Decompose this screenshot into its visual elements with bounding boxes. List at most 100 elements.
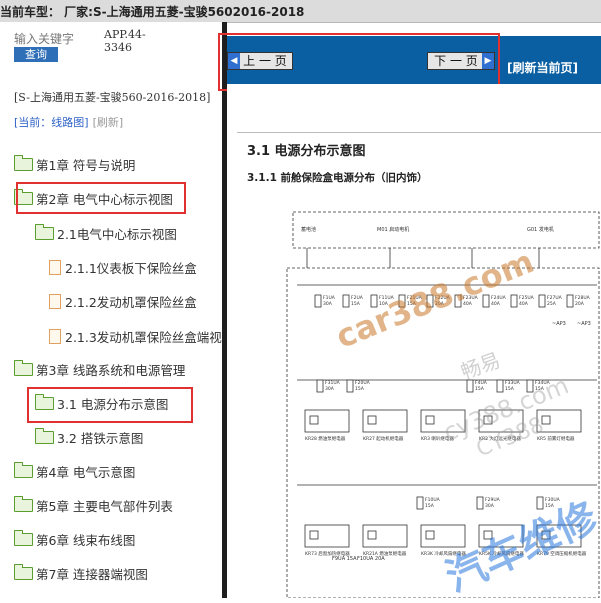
fuse-label: F11UA [379,295,395,301]
fuse-rating: 30A [323,301,333,307]
fuse [398,294,406,308]
fuse-label: F27UA [547,295,563,301]
fuse [426,294,434,308]
relay-label: KR27 起动机继电器 [363,435,404,442]
fuse-label: F23UA [463,295,479,301]
fuse-label: F25UA [519,295,535,301]
fuse [526,379,534,393]
tree-item-3-2[interactable]: 3.2 搭铁示意图 [35,428,144,449]
tree-item-2-1[interactable]: 2.1电气中心标示视图 [35,224,177,245]
refresh-tree-link[interactable]: [刷新] [93,116,124,129]
file-icon [49,294,61,309]
tree-item-label: 2.1电气中心标示视图 [57,227,177,242]
folder-icon [14,564,33,580]
tree-item-label: 2.1.3发动机罩保险丝盒端视 [65,330,222,345]
fuse-rating: 15A [505,386,515,392]
tree-item-ch7[interactable]: 第7章 连接器端视图 [14,564,148,585]
relay-coil [367,530,377,540]
fuse [482,294,490,308]
folder-icon [35,428,54,444]
folder-icon [14,360,33,376]
fuse-label: F1UA [323,295,336,301]
tree-item-ch6[interactable]: 第6章 线束布线图 [14,530,136,551]
relay-coil [483,530,493,540]
refresh-page-link[interactable]: [刷新当前页] [507,59,578,76]
small-label: ~AP3 [552,321,566,327]
tree-item-label: 第6章 线束布线图 [36,533,136,548]
search-input[interactable]: 输入关键字 [14,30,74,47]
fuse-rating: 15A [475,386,485,392]
top-label: 蓄电池 [301,226,316,233]
folder-icon [14,530,33,546]
relay-label: KR2 大灯远光继电器 [479,435,521,442]
relay-coil [541,415,551,425]
relay-label: KR5K 冷却风扇继电器 [479,550,524,557]
fuse-rating: 15A [351,301,361,307]
fuse-label: F21UA [407,295,423,301]
fuse-label: F34UA [535,380,551,386]
tree-item-label: 2.1.1仪表板下保险丝盒 [65,261,197,276]
fuse-rating: 15A [535,386,545,392]
current-label[interactable]: [当前：线路图] [14,116,89,129]
fuse [510,294,518,308]
small-label: F9UA 15A [332,556,357,562]
page-divider [237,132,601,133]
relay-coil [541,530,551,540]
search-button[interactable]: 查询 [14,47,58,62]
top-label: M01 启动电机 [377,226,409,233]
fuse-rating: 40A [519,301,529,307]
tree-item-2-1-2[interactable]: 2.1.2发动机罩保险丝盒 [49,293,197,313]
folder-icon [14,462,33,478]
relay-coil [309,530,319,540]
tree-item-ch5[interactable]: 第5章 主要电气部件列表 [14,496,173,517]
fuse [566,294,574,308]
tree-item-ch4[interactable]: 第4章 电气示意图 [14,462,136,483]
fuse [370,294,378,308]
fuse-rating: 20A [575,301,585,307]
fuse-rating: 40A [491,301,501,307]
fuse-label: F22UA [435,295,451,301]
tree-item-ch1[interactable]: 第1章 符号与说明 [14,155,136,176]
tree-item-label: 3.2 搭铁示意图 [57,431,144,446]
highlight-box [16,182,186,214]
fuse [316,379,324,393]
tree-item-label: 第4章 电气示意图 [36,465,136,480]
tree-item-label: 第3章 线路系统和电源管理 [36,363,186,378]
small-label: F10UA 20A [357,556,385,562]
relay-label: KR28 燃油泵继电器 [305,435,346,442]
power-distribution-diagram: F1UA30AF2UA15AF11UA10AF21UA15AF22UA20AF2… [286,211,600,598]
folder-icon [35,224,54,240]
fuse-label: F2UA [351,295,364,301]
fuse-label: F29UA [485,497,501,503]
relay-coil [425,530,435,540]
fuse-rating: 40A [463,301,473,307]
tree-item-ch3[interactable]: 第3章 线路系统和电源管理 [14,360,186,381]
relay-label: KR5 前雾灯继电器 [537,435,575,442]
subsection-title: 3.1.1 前舱保险盒电源分布（旧内饰） [247,172,428,184]
tree-item-label: 第5章 主要电气部件列表 [36,499,173,514]
relay-coil [483,415,493,425]
fuse-label: F33UA [505,380,521,386]
fuse [496,379,504,393]
relay-label: KR79 空调压缩机继电器 [537,550,587,557]
fuse-rating: 30A [485,503,495,509]
tree-item-label: 第7章 连接器端视图 [36,567,148,582]
folder-icon [14,496,33,512]
fuse [466,379,474,393]
section-title: 3.1 电源分布示意图 [247,144,366,159]
small-label: ~AP3 [577,321,591,327]
relay-label: KR3K 冷却风扇继电器 [421,550,466,557]
highlight-box [218,33,500,91]
tree-item-2-1-3[interactable]: 2.1.3发动机罩保险丝盒端视 [49,328,222,348]
top-header-bar: 当前车型： 厂家:S-上海通用五菱-宝骏5602016-2018 [0,0,601,23]
tree-item-label: 第1章 符号与说明 [36,158,136,173]
relay-coil [425,415,435,425]
fuse-label: F10UA [425,497,441,503]
tree-item-2-1-1[interactable]: 2.1.1仪表板下保险丝盒 [49,259,197,279]
file-icon [49,260,61,275]
fuse-label: F20UA [355,380,371,386]
folder-icon [14,155,33,171]
fuse-rating: 15A [407,301,417,307]
fuse-rating: 30A [325,386,335,392]
model-label: [S-上海通用五菱-宝骏560-2016-2018] [14,91,211,104]
